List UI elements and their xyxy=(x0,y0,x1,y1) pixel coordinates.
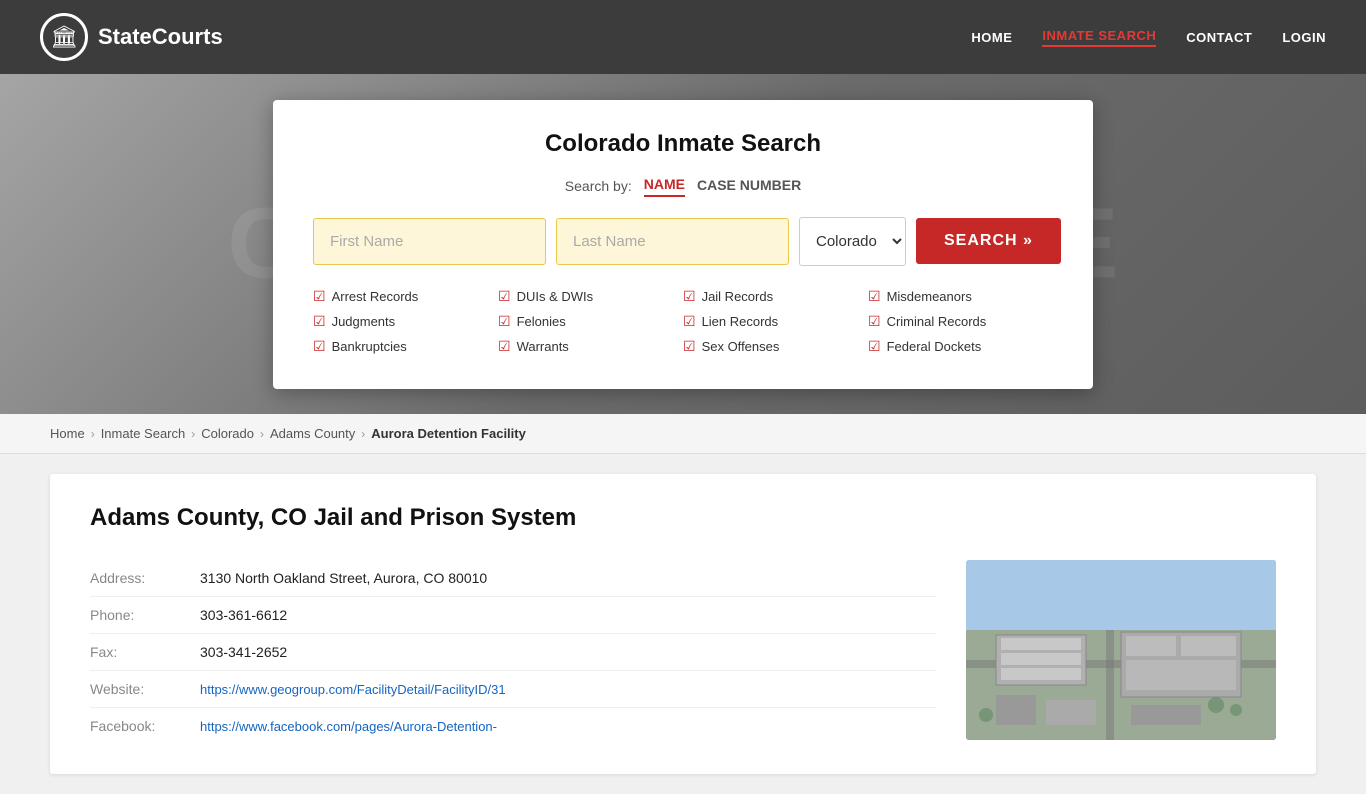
logo-icon: 🏛 xyxy=(40,13,88,61)
breadcrumb: Home › Inmate Search › Colorado › Adams … xyxy=(0,414,1366,454)
checklist-item: ☑ Criminal Records xyxy=(868,313,1053,330)
check-icon: ☑ xyxy=(498,288,511,305)
check-icon: ☑ xyxy=(498,338,511,355)
facebook-row: Facebook: https://www.facebook.com/pages… xyxy=(90,708,936,744)
checklist-grid: ☑ Arrest Records ☑ DUIs & DWIs ☑ Jail Re… xyxy=(313,288,1053,359)
main-content: Adams County, CO Jail and Prison System … xyxy=(0,454,1366,794)
tab-name[interactable]: NAME xyxy=(644,176,685,197)
address-row: Address: 3130 North Oakland Street, Auro… xyxy=(90,560,936,597)
address-label: Address: xyxy=(90,570,180,586)
search-inputs: Colorado SEARCH » xyxy=(313,217,1053,266)
fax-label: Fax: xyxy=(90,644,180,660)
check-icon: ☑ xyxy=(683,338,696,355)
search-by-label: Search by: xyxy=(565,178,632,194)
nav-home[interactable]: HOME xyxy=(971,30,1012,45)
check-icon: ☑ xyxy=(683,288,696,305)
search-button[interactable]: SEARCH » xyxy=(916,218,1061,264)
logo[interactable]: 🏛 StateCourts xyxy=(40,13,223,61)
website-link[interactable]: https://www.geogroup.com/FacilityDetail/… xyxy=(200,682,506,697)
checklist-item: ☑ Lien Records xyxy=(683,313,868,330)
checklist-label: Criminal Records xyxy=(887,314,987,329)
check-icon: ☑ xyxy=(868,288,881,305)
checklist-label: Misdemeanors xyxy=(887,289,972,304)
nav-login[interactable]: LOGIN xyxy=(1282,30,1326,45)
checklist-label: Judgments xyxy=(332,314,396,329)
facility-image xyxy=(966,560,1276,740)
phone-row: Phone: 303-361-6612 xyxy=(90,597,936,634)
breadcrumb-inmate-search[interactable]: Inmate Search xyxy=(101,426,186,441)
address-value: 3130 North Oakland Street, Aurora, CO 80… xyxy=(200,570,487,586)
last-name-input[interactable] xyxy=(556,218,789,265)
info-layout: Address: 3130 North Oakland Street, Auro… xyxy=(90,560,1276,744)
checklist-label: Jail Records xyxy=(702,289,774,304)
checklist-item: ☑ Arrest Records xyxy=(313,288,498,305)
website-label: Website: xyxy=(90,681,180,697)
search-by-row: Search by: NAME CASE NUMBER xyxy=(313,176,1053,197)
facility-title: Adams County, CO Jail and Prison System xyxy=(90,504,1276,532)
breadcrumb-sep: › xyxy=(361,427,365,441)
checklist-label: Bankruptcies xyxy=(332,339,407,354)
checklist-label: Lien Records xyxy=(702,314,779,329)
state-select[interactable]: Colorado xyxy=(799,217,906,266)
breadcrumb-home[interactable]: Home xyxy=(50,426,85,441)
checklist-label: Warrants xyxy=(517,339,569,354)
check-icon: ☑ xyxy=(683,313,696,330)
checklist-item: ☑ Misdemeanors xyxy=(868,288,1053,305)
breadcrumb-sep: › xyxy=(260,427,264,441)
checklist-label: Felonies xyxy=(517,314,566,329)
check-icon: ☑ xyxy=(313,338,326,355)
tab-case-number[interactable]: CASE NUMBER xyxy=(697,177,801,196)
breadcrumb-sep: › xyxy=(91,427,95,441)
facility-aerial-image xyxy=(966,560,1276,740)
facebook-link[interactable]: https://www.facebook.com/pages/Aurora-De… xyxy=(200,719,497,734)
logo-text: StateCourts xyxy=(98,24,223,50)
checklist-label: Sex Offenses xyxy=(702,339,780,354)
check-icon: ☑ xyxy=(313,313,326,330)
phone-value: 303-361-6612 xyxy=(200,607,287,623)
fax-row: Fax: 303-341-2652 xyxy=(90,634,936,671)
breadcrumb-current: Aurora Detention Facility xyxy=(371,426,526,441)
check-icon: ☑ xyxy=(313,288,326,305)
info-table: Address: 3130 North Oakland Street, Auro… xyxy=(90,560,936,744)
check-icon: ☑ xyxy=(868,338,881,355)
checklist-label: Arrest Records xyxy=(332,289,419,304)
checklist-item: ☑ DUIs & DWIs xyxy=(498,288,683,305)
fax-value: 303-341-2652 xyxy=(200,644,287,660)
checklist-item: ☑ Felonies xyxy=(498,313,683,330)
checklist-item: ☑ Federal Dockets xyxy=(868,338,1053,355)
breadcrumb-sep: › xyxy=(191,427,195,441)
checklist-label: Federal Dockets xyxy=(887,339,982,354)
checklist-item: ☑ Sex Offenses xyxy=(683,338,868,355)
facebook-label: Facebook: xyxy=(90,718,180,734)
checklist-item: ☑ Jail Records xyxy=(683,288,868,305)
hero-section: COURTHOUSE Colorado Inmate Search Search… xyxy=(0,74,1366,414)
header: 🏛 StateCourts HOME INMATE SEARCH CONTACT… xyxy=(0,0,1366,74)
breadcrumb-colorado[interactable]: Colorado xyxy=(201,426,254,441)
website-row: Website: https://www.geogroup.com/Facili… xyxy=(90,671,936,708)
checklist-item: ☑ Bankruptcies xyxy=(313,338,498,355)
search-title: Colorado Inmate Search xyxy=(313,130,1053,158)
checklist-item: ☑ Judgments xyxy=(313,313,498,330)
search-card: Colorado Inmate Search Search by: NAME C… xyxy=(273,100,1093,389)
checklist-label: DUIs & DWIs xyxy=(517,289,594,304)
main-nav: HOME INMATE SEARCH CONTACT LOGIN xyxy=(971,28,1326,47)
breadcrumb-adams-county[interactable]: Adams County xyxy=(270,426,355,441)
check-icon: ☑ xyxy=(868,313,881,330)
content-card: Adams County, CO Jail and Prison System … xyxy=(50,474,1316,774)
checklist-item: ☑ Warrants xyxy=(498,338,683,355)
check-icon: ☑ xyxy=(498,313,511,330)
nav-contact[interactable]: CONTACT xyxy=(1186,30,1252,45)
nav-inmate-search[interactable]: INMATE SEARCH xyxy=(1042,28,1156,47)
phone-label: Phone: xyxy=(90,607,180,623)
first-name-input[interactable] xyxy=(313,218,546,265)
